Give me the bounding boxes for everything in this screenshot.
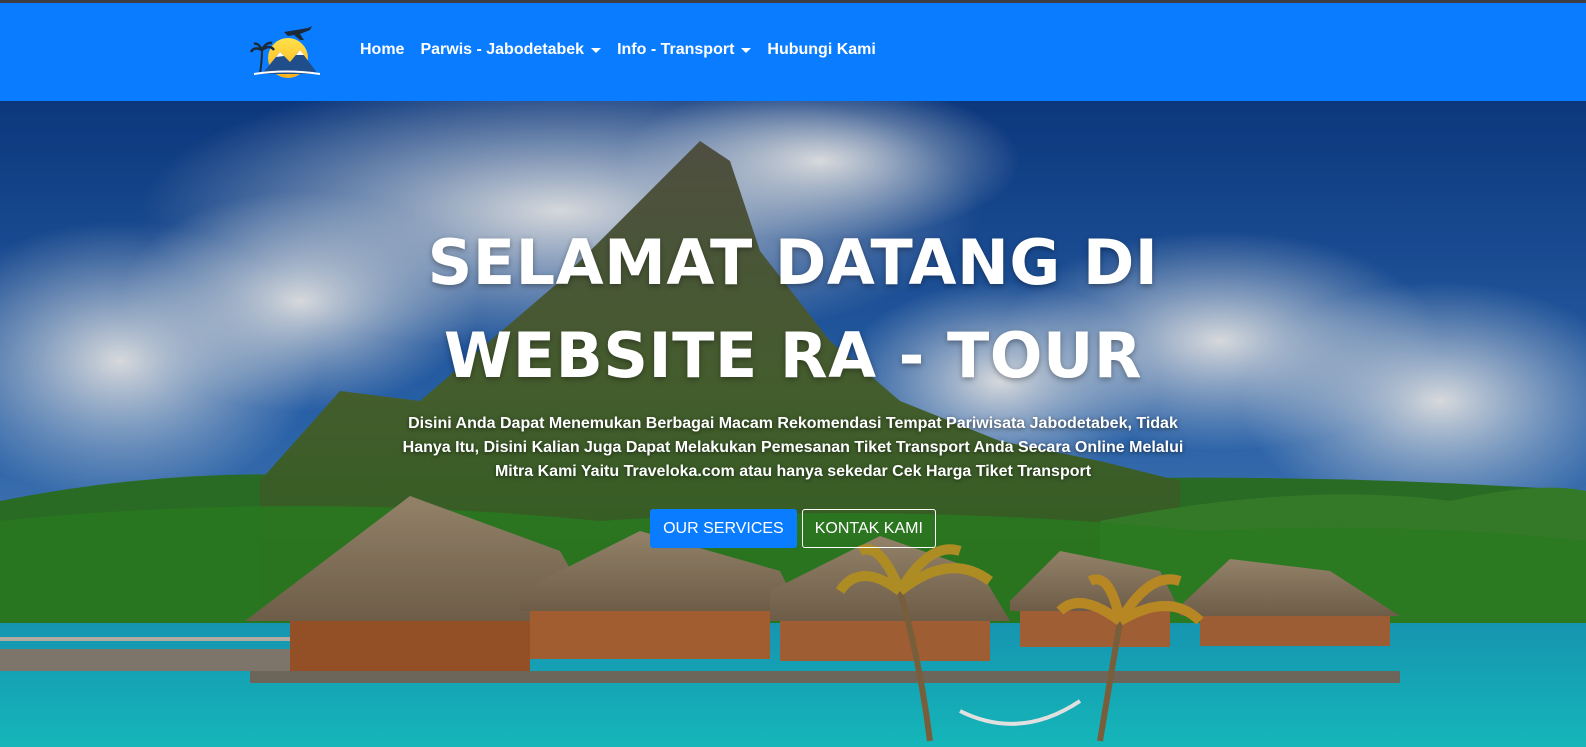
hero-title: SELAMAT DATANG DI WEBSITE RA - TOUR bbox=[393, 216, 1193, 402]
nav-parwis-label: Parwis - Jabodetabek bbox=[420, 41, 585, 58]
kontak-kami-button[interactable]: KONTAK KAMI bbox=[801, 509, 936, 548]
hero-section: SELAMAT DATANG DI WEBSITE RA - TOUR Disi… bbox=[0, 101, 1586, 747]
nav-hubungi-label: Hubungi Kami bbox=[767, 41, 876, 58]
nav-home-label: Home bbox=[360, 41, 405, 58]
nav-home[interactable]: Home bbox=[360, 41, 404, 59]
nav-parwis-jabodetabek-dropdown[interactable]: Parwis - Jabodetabek bbox=[420, 41, 602, 59]
airplane-palm-mountain-sunset-logo-icon bbox=[249, 26, 321, 78]
brand-logo[interactable] bbox=[249, 22, 322, 78]
nav-hubungi-kami[interactable]: Hubungi Kami bbox=[767, 41, 875, 59]
hero-content: SELAMAT DATANG DI WEBSITE RA - TOUR Disi… bbox=[393, 216, 1193, 548]
hero-buttons: OUR SERVICES KONTAK KAMI bbox=[393, 509, 1193, 548]
nav-info-transport-dropdown[interactable]: Info - Transport bbox=[617, 41, 752, 59]
hero-title-line2: WEBSITE RA - TOUR bbox=[443, 319, 1143, 392]
hero-title-line1: SELAMAT DATANG DI bbox=[427, 226, 1159, 299]
hero-description: Disini Anda Dapat Menemukan Berbagai Mac… bbox=[402, 415, 1184, 480]
our-services-button[interactable]: OUR SERVICES bbox=[650, 509, 797, 548]
page: Home Parwis - Jabodetabek Info - Transpo… bbox=[0, 0, 1586, 747]
nav-info-transport-label: Info - Transport bbox=[617, 41, 735, 58]
caret-down-icon bbox=[741, 47, 752, 53]
navbar: Home Parwis - Jabodetabek Info - Transpo… bbox=[0, 3, 1586, 101]
nav-links: Home Parwis - Jabodetabek Info - Transpo… bbox=[360, 41, 892, 59]
caret-down-icon bbox=[591, 47, 602, 53]
